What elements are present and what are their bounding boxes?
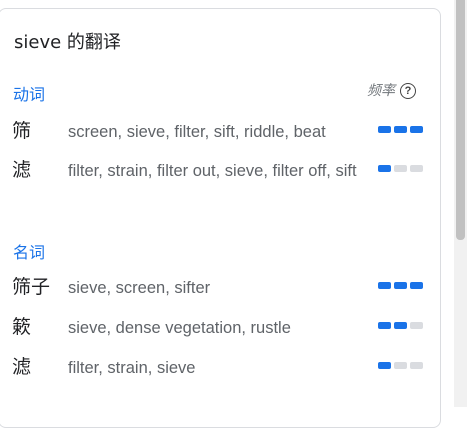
- synonym-list[interactable]: screen, sieve, filter, sift, riddle, bea…: [68, 117, 363, 147]
- translation-word[interactable]: 滤: [12, 355, 31, 379]
- frequency-bar: [410, 322, 423, 329]
- question-circle-icon[interactable]: ?: [400, 83, 416, 99]
- frequency-bar: [394, 322, 407, 329]
- frequency-bars: [378, 362, 423, 369]
- frequency-bar: [394, 126, 407, 133]
- pos-label-verb: 动词: [13, 85, 46, 104]
- card-title: sieve 的翻译: [14, 32, 121, 53]
- frequency-bar: [394, 282, 407, 289]
- frequency-bar: [410, 126, 423, 133]
- frequency-bar: [378, 322, 391, 329]
- frequency-bar: [378, 165, 391, 172]
- frequency-bar: [410, 362, 423, 369]
- frequency-bars: [378, 165, 423, 172]
- translation-word[interactable]: 滤: [12, 158, 31, 182]
- frequency-bar: [410, 165, 423, 172]
- frequency-bar: [378, 126, 391, 133]
- frequency-bar: [394, 362, 407, 369]
- frequency-bars: [378, 126, 423, 133]
- frequency-bar: [378, 362, 391, 369]
- frequency-label: 频率: [367, 83, 395, 99]
- synonym-list[interactable]: sieve, dense vegetation, rustle: [68, 313, 363, 343]
- pos-label-noun: 名词: [13, 243, 46, 262]
- synonym-list[interactable]: filter, strain, sieve: [68, 353, 363, 383]
- frequency-bars: [378, 282, 423, 289]
- synonym-list[interactable]: sieve, screen, sifter: [68, 273, 363, 303]
- frequency-bar: [394, 165, 407, 172]
- frequency-bars: [378, 322, 423, 329]
- frequency-bar: [378, 282, 391, 289]
- frequency-bar: [410, 282, 423, 289]
- translation-word[interactable]: 筛子: [12, 275, 50, 299]
- frequency-header: 频率 ?: [367, 82, 416, 100]
- translation-word[interactable]: 筛: [12, 119, 31, 143]
- scrollbar-thumb[interactable]: [456, 0, 465, 240]
- translation-word[interactable]: 簌: [12, 315, 31, 339]
- scrollbar[interactable]: [454, 0, 467, 407]
- synonym-list[interactable]: filter, strain, filter out, sieve, filte…: [68, 156, 363, 186]
